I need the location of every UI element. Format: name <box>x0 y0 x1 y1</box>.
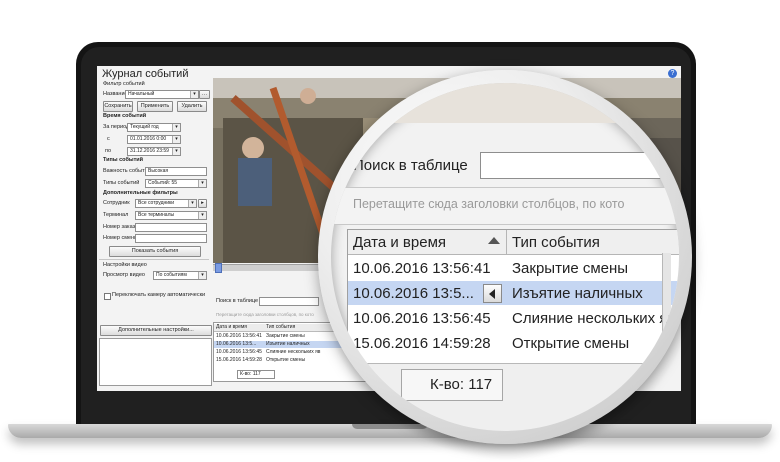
calendar-icon[interactable]: ▾ <box>172 136 180 143</box>
table-cell-datetime: 15.06.2016 14:59:28 <box>353 335 491 352</box>
group-hint: Перетащите сюда заголовки столбцов, по к… <box>353 197 625 211</box>
employee-label: Сотрудник <box>103 200 130 206</box>
chevron-down-icon: ▾ <box>188 200 196 207</box>
column-header-type[interactable]: Тип события <box>266 324 295 331</box>
order-input[interactable] <box>135 223 207 232</box>
table-row[interactable]: 10.06.2016 13:56:41 Закрытие смены <box>348 256 679 280</box>
importance-select[interactable]: Высокая <box>145 167 207 176</box>
group-hint-small: Перетащите сюда заголовки столбцов, по к… <box>216 312 314 317</box>
app-title: Журнал событий <box>102 68 189 80</box>
video-view-label: Просмотр видео <box>103 272 145 278</box>
chevron-down-icon: ▾ <box>198 272 206 279</box>
period-label: За период <box>103 124 130 130</box>
table-cell: Изъятие наличных <box>266 341 310 347</box>
more-settings-button[interactable]: Дополнительные настройки... <box>100 325 212 336</box>
count-box-small: К-во: 117 <box>237 370 275 379</box>
table-cell: 10.06.2016 13:5... <box>216 341 257 347</box>
terminal-label: Терминал <box>103 212 129 218</box>
table-row[interactable]: 15.06.2016 14:59:28 Открытие смены <box>348 331 679 355</box>
auto-switch-checkbox[interactable] <box>104 293 111 300</box>
column-header-type[interactable]: Тип события <box>512 234 600 251</box>
table-scrollbar[interactable] <box>662 253 671 363</box>
table-cell-type: Закрытие смены <box>512 260 629 277</box>
table-row-selected[interactable]: 10.06.2016 13:5... Изъятие наличных <box>348 281 679 305</box>
table-cell: 15.06.2016 14:59:28 <box>216 357 262 363</box>
calendar-icon[interactable]: ▾ <box>172 148 180 155</box>
delete-button[interactable]: Удалить <box>177 101 207 112</box>
from-date-input[interactable]: 01.01.2016 0:00 ▾ <box>127 135 181 144</box>
chevron-down-icon: ▾ <box>172 124 180 131</box>
shift-label: Номер смены <box>103 235 139 241</box>
search-input[interactable] <box>480 152 679 179</box>
filter-name-label: Название <box>103 91 128 97</box>
filter-name-more-button[interactable]: … <box>199 90 210 99</box>
count-label: К-во: 117 <box>430 376 493 393</box>
row-expand-button[interactable] <box>483 284 502 303</box>
filter-section-title: Фильтр событий <box>103 81 145 87</box>
table-cell-type: Изъятие наличных <box>512 285 643 302</box>
table-header: Дата и время Тип события <box>348 230 679 255</box>
period-select[interactable]: Текущий год ▾ <box>127 123 181 132</box>
help-icon[interactable]: ? <box>668 69 677 78</box>
terminal-select[interactable]: Все терминалы ▾ <box>135 211 207 220</box>
to-date-input[interactable]: 31.12.2016 23:59 ▾ <box>127 147 181 156</box>
table-cell-type: Слияние нескольких яв <box>512 310 676 327</box>
search-label-small: Поиск в таблице <box>216 298 259 304</box>
shift-input[interactable] <box>135 234 207 243</box>
lens-top-area <box>331 83 679 123</box>
count-box: К-во: 117 <box>401 369 503 401</box>
types-label: Типы событий <box>103 180 140 186</box>
table-cell-datetime: 10.06.2016 13:56:41 <box>353 260 491 277</box>
types-select[interactable]: Событий: 55 ▾ <box>145 179 207 188</box>
video-timeline-thumb[interactable] <box>215 263 222 273</box>
table-cell: Закрытие смены <box>266 333 305 339</box>
apply-button[interactable]: Применить <box>137 101 173 112</box>
divider <box>99 259 209 260</box>
table-cell-datetime: 10.06.2016 13:5... <box>353 285 474 302</box>
employee-add-button[interactable]: ▸ <box>198 199 207 208</box>
show-events-button[interactable]: Показать события <box>109 246 201 257</box>
table-cell-datetime: 10.06.2016 13:56:45 <box>353 310 491 327</box>
importance-label: Важность события <box>103 168 151 174</box>
to-label: по <box>105 148 112 154</box>
magnifier-lens: Поиск в таблице Перетащите сюда заголовк… <box>331 83 679 431</box>
types-section-title: Типы событий <box>103 157 144 163</box>
table-row[interactable]: 10.06.2016 13:56:45 Слияние нескольких я… <box>348 306 679 330</box>
search-label: Поиск в таблице <box>353 157 468 174</box>
from-label: с <box>107 136 110 142</box>
table-cell-type: Открытие смены <box>512 335 630 352</box>
order-label: Номер заказа <box>103 224 139 230</box>
auto-switch-label: Переключать камеру автоматически <box>112 292 206 298</box>
extra-section-title: Дополнительные фильтры <box>103 190 178 196</box>
save-button[interactable]: Сохранить <box>103 101 133 112</box>
chevron-down-icon: ▾ <box>198 212 206 219</box>
chevron-down-icon: ▾ <box>198 180 206 187</box>
table-cell: Открытие смены <box>266 357 306 363</box>
chevron-down-icon: ▾ <box>190 91 198 98</box>
table-cell: 10.06.2016 13:56:45 <box>216 349 262 355</box>
column-divider[interactable] <box>506 230 507 254</box>
column-header-datetime[interactable]: Дата и время <box>216 324 247 331</box>
arrow-left-icon <box>489 289 495 299</box>
events-table[interactable]: Дата и время Тип события 10.06.2016 13:5… <box>347 229 679 365</box>
filter-name-select[interactable]: Начальный ▾ <box>125 90 199 99</box>
search-input-small[interactable] <box>259 297 319 306</box>
video-view-select[interactable]: По событиям ▾ <box>153 271 207 280</box>
table-cell: Слияние нескольких яв <box>266 349 321 355</box>
sort-ascending-icon[interactable] <box>488 237 500 244</box>
employee-select[interactable]: Все сотрудники ▾ <box>135 199 197 208</box>
table-footer <box>331 363 679 431</box>
column-header-datetime[interactable]: Дата и время <box>353 234 446 251</box>
video-section-title: Настройки видео <box>103 262 147 268</box>
table-cell: 10.06.2016 13:56:41 <box>216 333 262 339</box>
time-section-title: Время событий <box>103 113 147 119</box>
notes-panel <box>99 338 212 386</box>
